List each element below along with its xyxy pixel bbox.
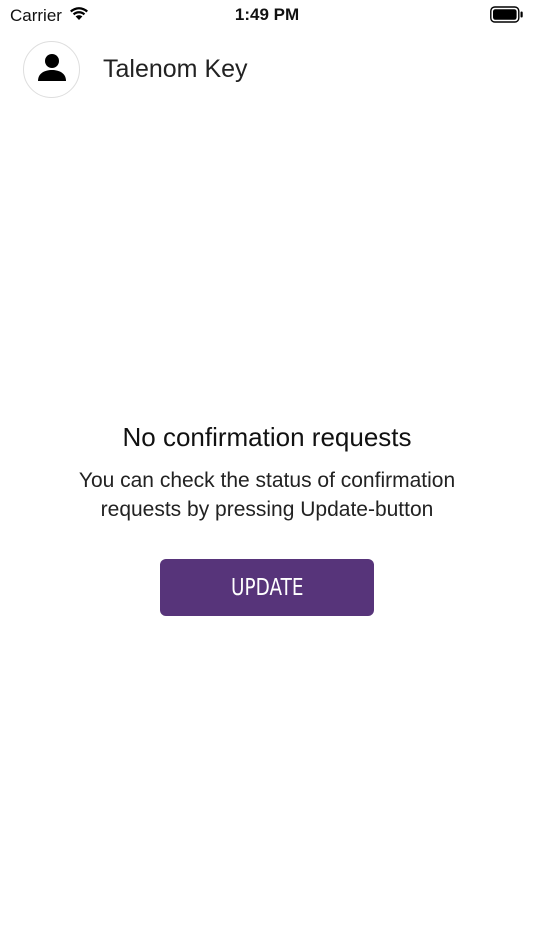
- empty-state-message: You can check the status of confirmation…: [78, 469, 456, 521]
- app-title: Talenom Key: [103, 55, 248, 83]
- person-icon: [36, 51, 68, 88]
- empty-state: No confirmation requests You can check t…: [0, 420, 534, 524]
- avatar-button[interactable]: [23, 40, 80, 98]
- battery-icon: [490, 6, 524, 23]
- status-bar: Carrier 1:49 PM: [0, 0, 534, 30]
- status-time: 1:49 PM: [234, 5, 300, 24]
- update-button-label: UPDATE: [230, 574, 304, 601]
- header: Talenom Key: [23, 40, 248, 98]
- app-screen: Carrier 1:49 PM Talenom Key No confirmat…: [0, 0, 534, 950]
- empty-state-title: No confirmation requests: [122, 422, 412, 452]
- update-button[interactable]: UPDATE: [160, 559, 374, 616]
